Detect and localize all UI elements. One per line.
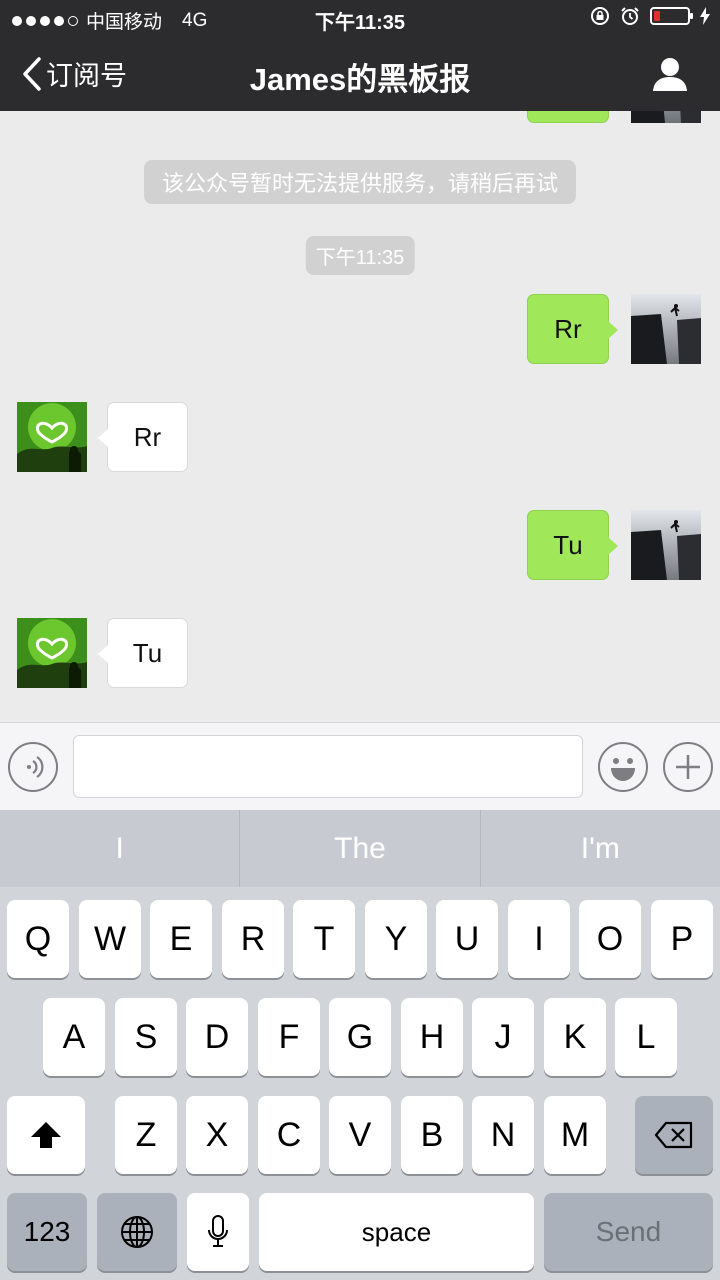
incoming-message-bubble[interactable]: Tu xyxy=(98,618,188,688)
page-title: James的黑板报 xyxy=(249,62,471,97)
account-avatar-image xyxy=(17,402,87,472)
globe-key[interactable] xyxy=(97,1193,177,1271)
dictation-key[interactable] xyxy=(187,1193,249,1271)
battery-icon xyxy=(650,7,693,25)
user-avatar-image xyxy=(631,510,701,580)
shift-arrow-icon xyxy=(31,1122,61,1148)
account-avatar-image xyxy=(17,618,87,688)
plus-icon xyxy=(676,755,700,779)
key-i[interactable]: I xyxy=(508,900,570,978)
voice-icon xyxy=(27,756,44,778)
backspace-icon xyxy=(654,1121,693,1149)
key-x[interactable]: X xyxy=(186,1096,248,1174)
user-avatar-image xyxy=(631,111,701,123)
key-g[interactable]: G xyxy=(329,998,391,1076)
voice-button[interactable] xyxy=(8,742,58,792)
emoji-icon xyxy=(611,758,635,781)
rotation-lock-icon xyxy=(591,7,609,25)
key-q[interactable]: Q xyxy=(7,900,69,978)
key-o[interactable]: O xyxy=(579,900,641,978)
key-p[interactable]: P xyxy=(651,900,713,978)
key-l[interactable]: L xyxy=(615,998,677,1076)
key-n[interactable]: N xyxy=(472,1096,534,1174)
battery-level xyxy=(654,11,660,21)
key-a[interactable]: A xyxy=(43,998,105,1076)
chat-area[interactable]: 该公众号暂时无法提供服务，请稍后再试 下午11:35 Rr Rr Tu Tu xyxy=(0,111,720,722)
suggestion-item[interactable]: I'm xyxy=(481,810,720,887)
profile-icon[interactable] xyxy=(652,56,688,92)
charging-bolt-icon xyxy=(700,7,710,25)
key-b[interactable]: B xyxy=(401,1096,463,1174)
more-button[interactable] xyxy=(663,742,713,792)
message-input[interactable] xyxy=(73,735,583,798)
top-header: 中国移动 4G 下午11:35 订阅号 James的黑板报 xyxy=(0,0,720,111)
suggestion-item[interactable]: I xyxy=(0,810,241,887)
official-account-avatar[interactable] xyxy=(17,618,87,688)
status-bar: 中国移动 4G 下午11:35 xyxy=(0,0,720,36)
microphone-icon xyxy=(208,1215,228,1247)
key-d[interactable]: D xyxy=(186,998,248,1076)
send-key[interactable]: Send xyxy=(544,1193,713,1271)
user-avatar[interactable] xyxy=(631,294,701,364)
shift-key[interactable] xyxy=(7,1096,85,1174)
key-c[interactable]: C xyxy=(258,1096,320,1174)
key-m[interactable]: M xyxy=(544,1096,606,1174)
user-avatar[interactable] xyxy=(631,510,701,580)
delete-key[interactable] xyxy=(635,1096,713,1174)
key-f[interactable]: F xyxy=(258,998,320,1076)
key-j[interactable]: J xyxy=(472,998,534,1076)
key-t[interactable]: T xyxy=(293,900,355,978)
space-key-label: space xyxy=(361,1216,432,1247)
numbers-key-label: 123 xyxy=(23,1216,71,1247)
official-account-avatar[interactable] xyxy=(17,402,87,472)
user-avatar-image xyxy=(631,294,701,364)
suggestion-item[interactable]: The xyxy=(240,810,481,887)
emoji-button[interactable] xyxy=(598,742,648,792)
key-u[interactable]: U xyxy=(436,900,498,978)
key-v[interactable]: V xyxy=(329,1096,391,1174)
nav-bar: 订阅号 James的黑板报 xyxy=(0,36,720,111)
numbers-key[interactable]: 123 xyxy=(7,1193,87,1271)
message-timestamp: 下午11:35 xyxy=(305,236,415,275)
key-r[interactable]: R xyxy=(222,900,284,978)
previous-message-bubble[interactable] xyxy=(527,111,609,123)
key-e[interactable]: E xyxy=(150,900,212,978)
alarm-icon xyxy=(621,7,639,25)
status-right xyxy=(590,6,710,26)
space-key[interactable]: space xyxy=(259,1193,534,1271)
key-w[interactable]: W xyxy=(79,900,141,978)
suggestion-bar: I The I'm xyxy=(0,810,720,887)
key-y[interactable]: Y xyxy=(365,900,427,978)
outgoing-message-bubble[interactable]: Rr xyxy=(527,294,618,364)
system-notice: 该公众号暂时无法提供服务，请稍后再试 xyxy=(143,160,577,204)
globe-icon xyxy=(121,1216,153,1248)
key-s[interactable]: S xyxy=(115,998,177,1076)
send-key-label: Send xyxy=(595,1216,662,1247)
key-z[interactable]: Z xyxy=(115,1096,177,1174)
key-h[interactable]: H xyxy=(401,998,463,1076)
outgoing-message-bubble[interactable]: Tu xyxy=(527,510,618,580)
keyboard: I The I'm Q W E R T Y U I O P A S D F G … xyxy=(0,810,720,1280)
key-k[interactable]: K xyxy=(544,998,606,1076)
message-input-bar xyxy=(0,722,720,810)
incoming-message-bubble[interactable]: Rr xyxy=(98,402,188,472)
previous-user-avatar[interactable] xyxy=(631,111,701,123)
